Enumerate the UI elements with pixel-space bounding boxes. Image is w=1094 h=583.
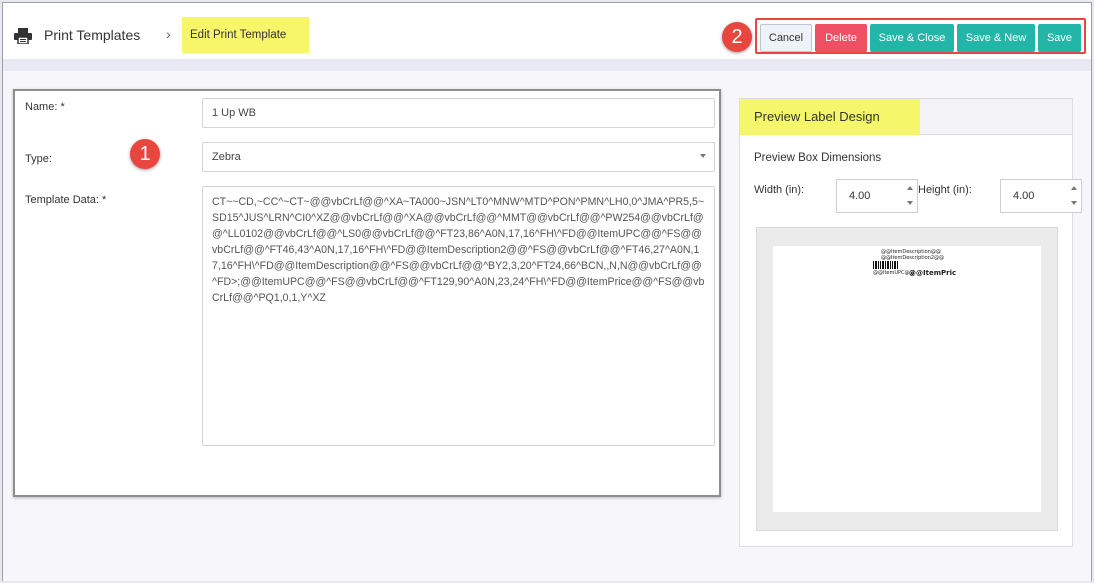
breadcrumb-print-templates[interactable]: Print Templates [44, 27, 140, 43]
caret-down-icon [700, 154, 706, 158]
template-form-panel: Name: * 1 Up WB Type: Zebra Template Dat… [13, 89, 721, 497]
template-data-label: Template Data: * [25, 194, 107, 206]
page-header: Print Templates › Edit Print Template 2 … [3, 3, 1091, 59]
save-button[interactable]: Save [1038, 24, 1081, 52]
type-select-value: Zebra [212, 151, 241, 163]
name-label: Name: * [25, 101, 65, 113]
preview-panel-header: Preview Label Design [740, 99, 1072, 135]
cancel-button[interactable]: Cancel [760, 24, 812, 52]
callout-badge-2: 2 [722, 22, 752, 52]
app-window: Print Templates › Edit Print Template 2 … [2, 2, 1092, 581]
delete-button[interactable]: Delete [815, 24, 867, 52]
label-item-price: @@ItemPric [909, 269, 957, 277]
width-stepper[interactable]: 4.00 [836, 179, 918, 213]
preview-title: Preview Label Design [740, 99, 920, 135]
width-decrement-icon[interactable] [905, 196, 915, 210]
width-increment-icon[interactable] [905, 182, 915, 196]
width-value: 4.00 [849, 190, 871, 202]
header-divider-bar [3, 59, 1091, 71]
type-select[interactable]: Zebra [202, 142, 715, 172]
height-decrement-icon[interactable] [1069, 196, 1079, 210]
main-content: Name: * 1 Up WB Type: Zebra Template Dat… [3, 71, 1091, 581]
barcode-icon [873, 261, 898, 269]
preview-dimensions-title: Preview Box Dimensions [754, 152, 882, 164]
printer-icon [14, 28, 32, 44]
name-input[interactable]: 1 Up WB [202, 98, 715, 128]
height-value: 4.00 [1013, 190, 1035, 202]
breadcrumb-chevron-icon: › [166, 26, 171, 42]
type-label: Type: [25, 153, 52, 165]
save-new-button[interactable]: Save & New [957, 24, 1035, 52]
template-data-textarea[interactable]: CT~~CD,~CC^~CT~@@vbCrLf@@^XA~TA000~JSN^L… [202, 186, 715, 446]
breadcrumb-current-page: Edit Print Template [182, 17, 309, 53]
label-preview-paper: @@ItemDescription@@ @@ItemDescription2@@ [773, 246, 1041, 512]
label-preview-area: @@ItemDescription@@ @@ItemDescription2@@ [756, 227, 1058, 531]
height-stepper[interactable]: 4.00 [1000, 179, 1082, 213]
action-button-group: Cancel Delete Save & Close Save & New Sa… [755, 18, 1086, 54]
callout-badge-1: 1 [130, 139, 160, 169]
preview-panel: Preview Label Design Preview Box Dimensi… [739, 98, 1082, 547]
height-increment-icon[interactable] [1069, 182, 1079, 196]
height-label: Height (in): [918, 184, 972, 196]
width-label: Width (in): [754, 184, 805, 196]
save-close-button[interactable]: Save & Close [870, 24, 954, 52]
